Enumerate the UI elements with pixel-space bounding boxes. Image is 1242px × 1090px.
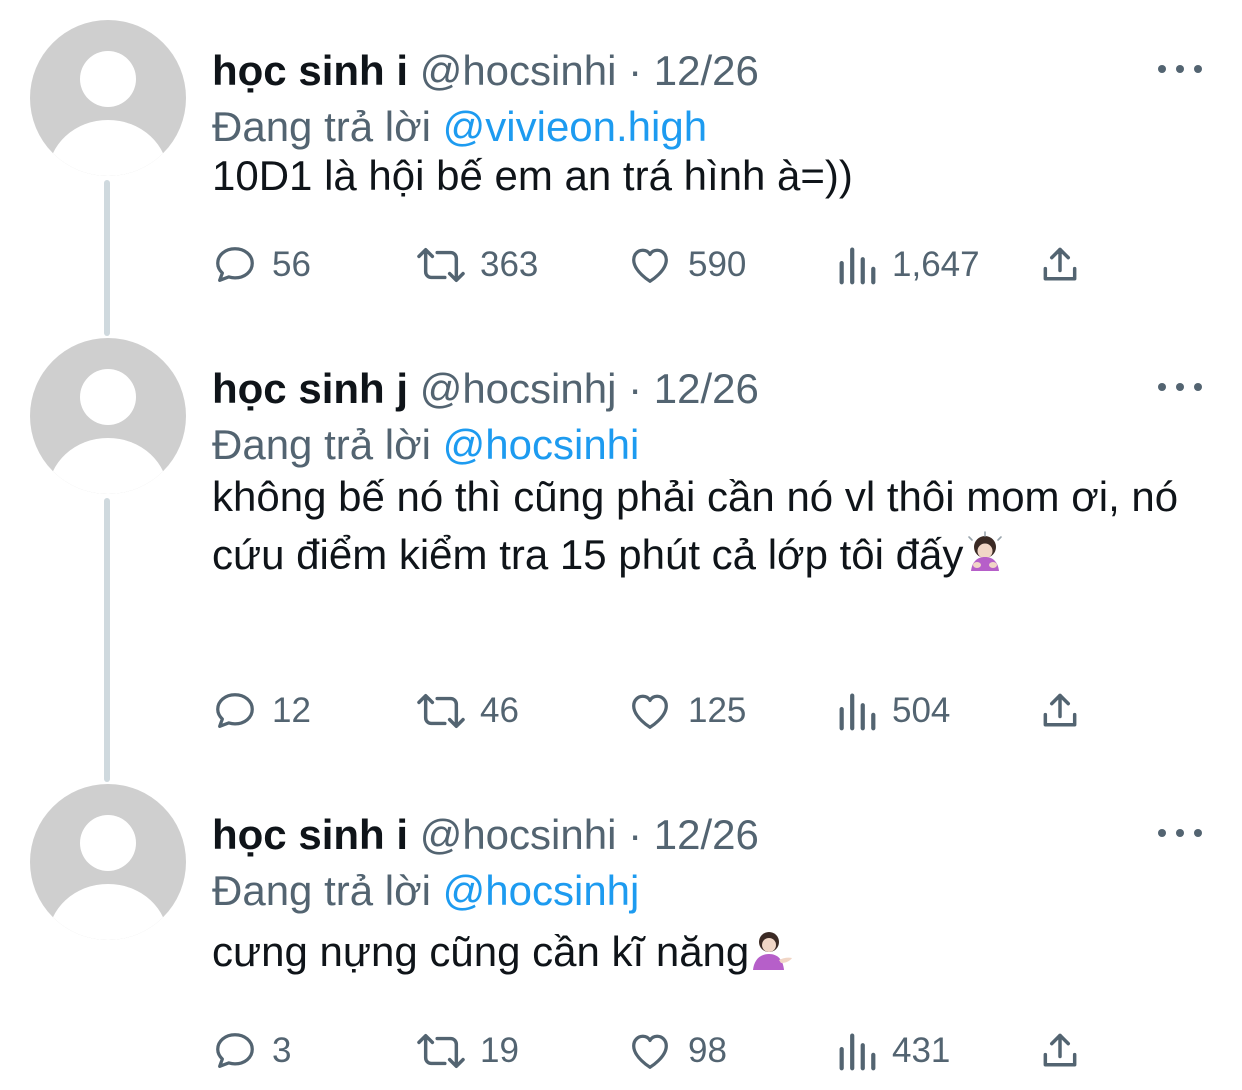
heart-icon [632, 694, 668, 729]
replying-to-label: Đang trả lời [212, 867, 431, 914]
retweet-arrows-icon [417, 1033, 465, 1069]
tweet-date[interactable]: 12/26 [654, 365, 759, 412]
retweet-arrows-icon [417, 247, 465, 283]
speech-bubble-icon [216, 1033, 254, 1068]
reply-button[interactable]: 56 [212, 240, 311, 290]
avatar-placeholder-head [80, 369, 136, 425]
retweet-count: 363 [480, 245, 539, 284]
retweet-arrows-icon [417, 693, 465, 729]
share-button[interactable] [1038, 686, 1082, 736]
replying-to-label: Đang trả lời [212, 103, 431, 150]
speech-bubble-icon [216, 693, 254, 728]
tweet-actions: 12 46 125 504 [212, 686, 1212, 736]
person-bowing-emoji [968, 531, 1003, 571]
avatar[interactable] [30, 784, 186, 940]
person-tipping-hand-emoji [753, 932, 793, 970]
tweet-date[interactable]: 12/26 [654, 47, 759, 94]
heart-icon [632, 1034, 668, 1069]
reply-mention-link[interactable]: @vivieon.high [443, 103, 707, 150]
reply-mention-link[interactable]: @hocsinhi [443, 421, 640, 468]
share-button[interactable] [1038, 1026, 1082, 1076]
reply-count: 56 [272, 245, 311, 284]
view-count: 504 [892, 691, 951, 730]
tweet-text-content: không bế nó thì cũng phải cần nó vl thôi… [212, 473, 1179, 578]
replying-to-line: Đang trả lời @vivieon.high [212, 100, 707, 154]
avatar-placeholder-body [48, 120, 168, 176]
user-handle[interactable]: @hocsinhi [420, 811, 617, 858]
tweet-actions: 56 363 590 1,647 [212, 240, 1212, 290]
retweet-button[interactable]: 46 [414, 686, 519, 736]
reply-mention-link[interactable]: @hocsinhj [443, 867, 640, 914]
tweet-text-content: cưng nựng cũng cần kĩ năng [212, 928, 750, 975]
thread-connector-line [104, 180, 110, 336]
retweet-button[interactable]: 19 [414, 1026, 519, 1076]
share-upload-icon [1043, 693, 1077, 727]
like-count: 125 [688, 691, 747, 730]
like-button[interactable]: 98 [626, 1026, 727, 1076]
heart-icon [632, 248, 668, 283]
separator-dot: · [628, 365, 643, 412]
view-count: 431 [892, 1031, 951, 1070]
views-button[interactable]: 1,647 [836, 240, 980, 290]
like-button[interactable]: 590 [626, 240, 746, 290]
bar-chart-icon [839, 247, 876, 285]
views-button[interactable]: 504 [836, 686, 950, 736]
view-count: 1,647 [892, 245, 980, 284]
like-count: 98 [688, 1031, 727, 1070]
tweet-text: cưng nựng cũng cần kĩ năng [212, 924, 1212, 980]
tweet-header: học sinh j @hocsinhj · 12/26 [212, 362, 759, 416]
views-button[interactable]: 431 [836, 1026, 950, 1076]
avatar[interactable] [30, 20, 186, 176]
thread-connector-line [104, 498, 110, 782]
avatar[interactable] [30, 338, 186, 494]
avatar-placeholder-head [80, 51, 136, 107]
tweet-text: không bế nó thì cũng phải cần nó vl thôi… [212, 468, 1212, 584]
replying-to-line: Đang trả lời @hocsinhi [212, 418, 639, 472]
avatar-placeholder-body [48, 438, 168, 494]
retweet-count: 19 [480, 1031, 519, 1070]
retweet-count: 46 [480, 691, 519, 730]
share-upload-icon [1043, 247, 1077, 281]
display-name[interactable]: học sinh i [212, 47, 408, 94]
user-handle[interactable]: @hocsinhj [420, 365, 617, 412]
replying-to-label: Đang trả lời [212, 421, 431, 468]
replying-to-line: Đang trả lời @hocsinhj [212, 864, 639, 918]
display-name[interactable]: học sinh j [212, 365, 408, 412]
tweet-header: học sinh i @hocsinhi · 12/26 [212, 808, 759, 862]
avatar-placeholder-body [48, 884, 168, 940]
avatar-placeholder-head [80, 815, 136, 871]
reply-count: 3 [272, 1031, 292, 1070]
tweet-text-content: 10D1 là hội bế em an trá hình à=)) [212, 152, 853, 199]
more-dots-icon[interactable] [1158, 62, 1202, 76]
user-handle[interactable]: @hocsinhi [420, 47, 617, 94]
bar-chart-icon [839, 693, 876, 731]
more-dots-icon[interactable] [1158, 380, 1202, 394]
reply-button[interactable]: 3 [212, 1026, 291, 1076]
display-name[interactable]: học sinh i [212, 811, 408, 858]
share-upload-icon [1043, 1033, 1077, 1067]
like-button[interactable]: 125 [626, 686, 746, 736]
tweet-header: học sinh i @hocsinhi · 12/26 [212, 44, 759, 98]
separator-dot: · [628, 811, 643, 858]
reply-count: 12 [272, 691, 311, 730]
tweet-actions: 3 19 98 431 [212, 1026, 1212, 1076]
more-dots-icon[interactable] [1158, 826, 1202, 840]
reply-button[interactable]: 12 [212, 686, 311, 736]
tweet-text: 10D1 là hội bế em an trá hình à=)) [212, 148, 1212, 204]
share-button[interactable] [1038, 240, 1082, 290]
tweet-date[interactable]: 12/26 [654, 811, 759, 858]
like-count: 590 [688, 245, 747, 284]
bar-chart-icon [839, 1033, 876, 1071]
retweet-button[interactable]: 363 [414, 240, 538, 290]
speech-bubble-icon [216, 247, 254, 282]
separator-dot: · [628, 47, 643, 94]
